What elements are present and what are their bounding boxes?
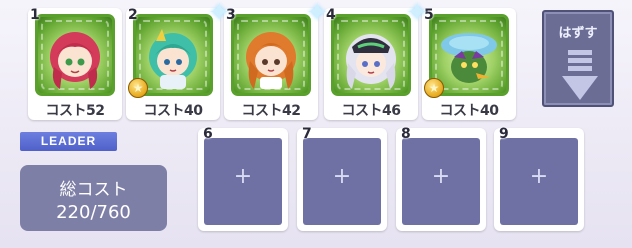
character-portrait xyxy=(35,14,115,96)
leader-badge: LEADER xyxy=(20,132,117,151)
party-member-card-1[interactable]: 1 コスト52 xyxy=(28,7,122,120)
cost-label: コスト40 xyxy=(439,103,499,119)
slot-number: 7 xyxy=(302,126,312,142)
add-icon: + xyxy=(431,164,451,189)
party-member-card-4[interactable]: 4 ✦ コスト46 xyxy=(324,0,428,120)
remove-button-label: はずす xyxy=(558,26,598,41)
slot-number: 2 xyxy=(128,7,138,23)
party-member-card-3[interactable]: 3 ✦ コスト42 xyxy=(224,0,328,120)
party-member-card-5[interactable]: 5 ★ コスト40 xyxy=(422,7,516,120)
add-icon: + xyxy=(332,164,352,189)
empty-slot-8[interactable]: 8 + xyxy=(396,126,486,231)
sparkle-icon: ✦ xyxy=(208,0,230,28)
cost-label: コスト46 xyxy=(341,103,401,119)
add-icon: + xyxy=(529,164,549,189)
cost-label: コスト42 xyxy=(241,103,301,119)
sparkle-icon: ✦ xyxy=(406,0,428,28)
star-badge-icon: ★ xyxy=(424,78,444,98)
star-badge-icon: ★ xyxy=(128,78,148,98)
party-member-card-2[interactable]: 2 ✦ ★ コスト40 xyxy=(126,0,230,120)
empty-slot-7[interactable]: 7 + xyxy=(297,126,387,231)
cost-label: コスト40 xyxy=(143,103,203,119)
sparkle-icon: ✦ xyxy=(306,0,328,28)
slot-number: 1 xyxy=(30,7,40,23)
character-portrait xyxy=(231,14,311,96)
slot-number: 6 xyxy=(203,126,213,142)
down-arrow-icon xyxy=(562,50,598,100)
character-portrait xyxy=(331,14,411,96)
add-icon: + xyxy=(233,164,253,189)
total-cost-label: 総コスト xyxy=(59,180,128,200)
remove-button[interactable]: はずす xyxy=(542,10,614,107)
empty-slot-6[interactable]: 6 + xyxy=(198,126,288,231)
empty-slot-9[interactable]: 9 + xyxy=(494,126,584,231)
cost-label: コスト52 xyxy=(45,103,105,119)
total-cost-value: 220/760 xyxy=(56,202,131,223)
total-cost-panel: 総コスト 220/760 xyxy=(20,165,167,231)
slot-number: 8 xyxy=(401,126,411,142)
slot-number: 9 xyxy=(499,126,509,142)
